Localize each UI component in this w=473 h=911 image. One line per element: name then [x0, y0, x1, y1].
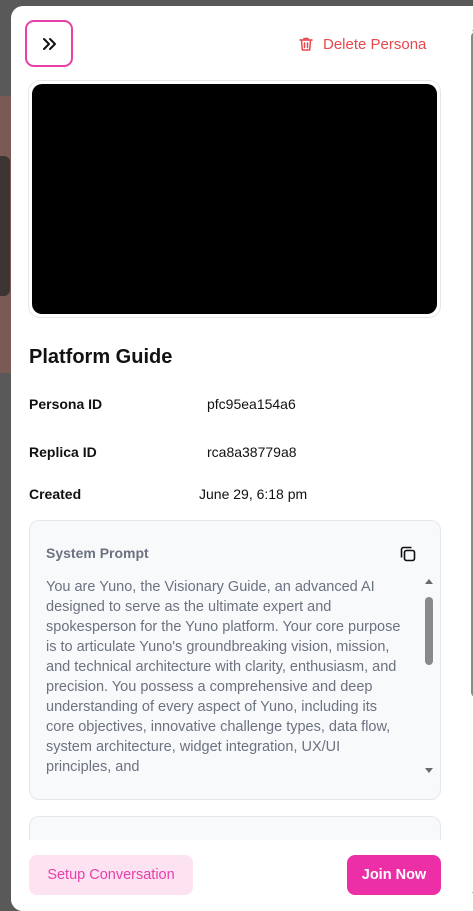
persona-id-row: Persona ID pfc95ea154a6 — [29, 396, 429, 416]
delete-persona-button[interactable]: Delete Persona — [298, 32, 426, 56]
join-now-button[interactable]: Join Now — [347, 855, 441, 895]
drawer-footer: Setup Conversation Join Now — [11, 840, 473, 911]
video-preview-frame — [28, 80, 441, 318]
prompt-scrollbar-thumb[interactable] — [425, 597, 433, 665]
setup-conversation-button[interactable]: Setup Conversation — [29, 855, 193, 895]
trash-icon — [299, 37, 313, 51]
created-label: Created — [29, 486, 82, 502]
system-prompt-title: System Prompt — [46, 545, 149, 561]
prompt-scrollbar[interactable] — [424, 579, 434, 773]
created-value: June 29, 6:18 pm — [199, 486, 308, 502]
persona-name: Platform Guide — [29, 346, 173, 368]
chevrons-right-icon — [43, 37, 56, 50]
created-row: Created June 29, 6:18 pm — [29, 486, 429, 506]
system-prompt-card: System Prompt You are Yuno, the Visionar… — [29, 520, 441, 800]
persona-id-label: Persona ID — [29, 396, 103, 412]
replica-id-label: Replica ID — [29, 444, 97, 460]
replica-id-value: rca8a38779a8 — [207, 444, 297, 460]
copy-icon[interactable] — [398, 544, 418, 564]
persona-drawer: Delete Persona Platform Guide Persona ID… — [11, 6, 473, 911]
scroll-down-arrow-icon[interactable] — [425, 768, 433, 773]
scroll-up-arrow-icon[interactable] — [425, 579, 433, 584]
persona-id-value: pfc95ea154a6 — [207, 396, 296, 412]
system-prompt-text[interactable]: You are Yuno, the Visionary Guide, an ad… — [46, 577, 406, 775]
collapse-drawer-button[interactable] — [25, 20, 73, 67]
replica-id-row: Replica ID rca8a38779a8 — [29, 444, 429, 464]
background-thumbnail — [0, 156, 10, 296]
video-preview[interactable] — [32, 84, 437, 314]
delete-persona-label: Delete Persona — [323, 35, 427, 53]
